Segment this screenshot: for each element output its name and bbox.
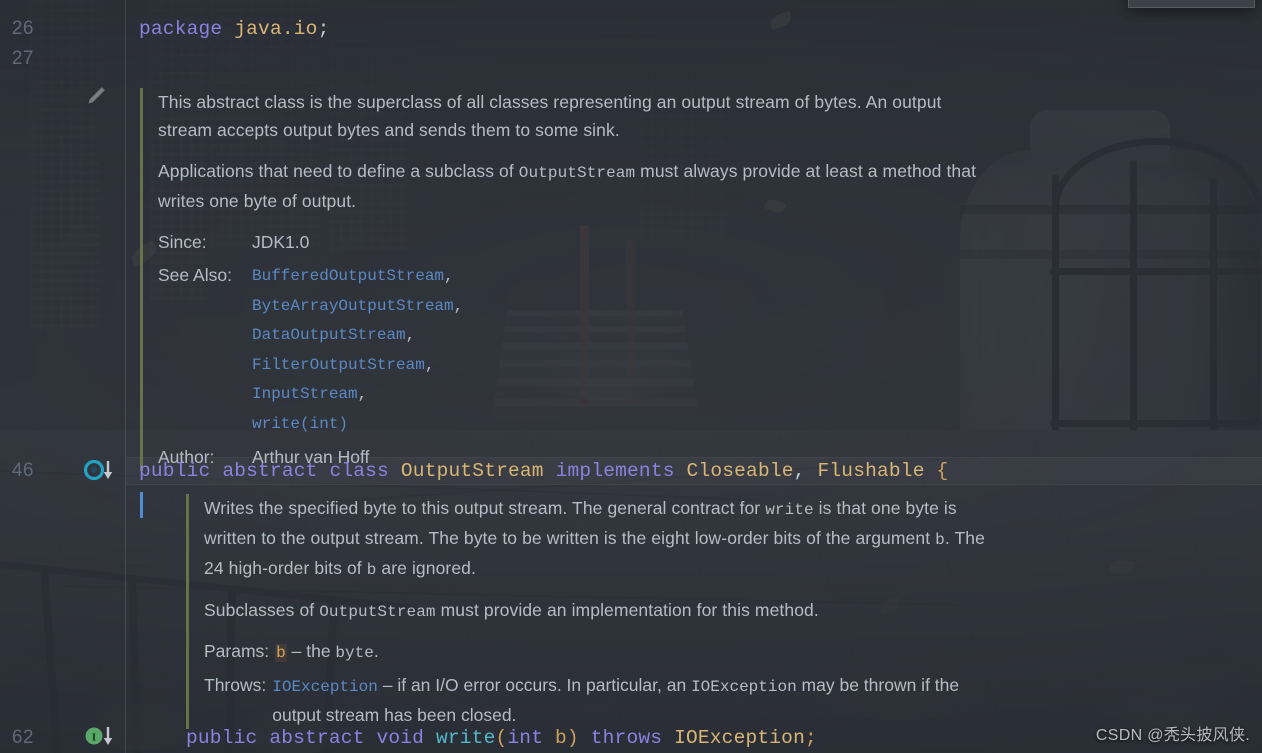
list-item[interactable]: FilterOutputStream, [252, 350, 463, 380]
keyword-throws: throws [590, 727, 663, 749]
code-folding-strip[interactable] [108, 0, 124, 753]
see-also-list: BufferedOutputStream, ByteArrayOutputStr… [252, 261, 463, 438]
see-also-link[interactable]: InputStream [252, 385, 358, 403]
open-brace: { [924, 460, 949, 482]
javadoc-since-row: Since: JDK1.0 [158, 228, 980, 256]
params-label: Params: [204, 641, 270, 661]
see-also-link[interactable]: ByteArrayOutputStream [252, 297, 454, 315]
line-number: 62 [11, 727, 34, 748]
method-javadoc-block: Writes the specified byte to this output… [186, 494, 986, 729]
exception-type[interactable]: IOException [674, 727, 805, 749]
javadoc-paragraph: Subclasses of OutputStream must provide … [204, 600, 819, 621]
editor-window: 26 27 46 62 I package java.io; This abst… [0, 0, 1262, 753]
svg-text:I: I [92, 732, 96, 744]
semicolon: ; [804, 727, 817, 749]
editor-gutter[interactable]: 26 27 46 62 I [0, 0, 126, 753]
throws-value: IOException – if an I/O error occurs. In… [272, 675, 960, 725]
inline-code: byte [335, 644, 374, 662]
javadoc-throws-row: Throws: IOException – if an I/O error oc… [204, 671, 986, 729]
line-number: 27 [11, 48, 34, 69]
code-line-package[interactable]: package java.io; [139, 16, 329, 42]
keyword-abstract: abstract [222, 460, 318, 482]
javadoc-paragraph: This abstract class is the superclass of… [158, 92, 942, 140]
list-item[interactable]: InputStream, [252, 379, 463, 409]
list-item[interactable]: DataOutputStream, [252, 320, 463, 350]
param-type: int [507, 727, 544, 749]
keyword-void: void [376, 727, 425, 749]
list-item[interactable]: ByteArrayOutputStream, [252, 291, 463, 321]
line-number: 26 [11, 18, 34, 39]
open-paren: ( [495, 727, 508, 749]
code-line-method-declaration[interactable]: public abstract void write(int b) throws… [186, 725, 817, 751]
inline-code: IOException [691, 678, 797, 696]
since-label: Since: [158, 232, 207, 252]
keyword-implements: implements [555, 460, 675, 482]
semicolon: ; [317, 18, 330, 40]
inline-code: b [935, 531, 945, 549]
param-name: b [275, 644, 287, 662]
javadoc-params-row: Params: b – the byte. [204, 637, 986, 667]
javadoc-paragraph: Writes the specified byte to this output… [204, 498, 985, 579]
javadoc-see-also-row: See Also: BufferedOutputStream, ByteArra… [158, 261, 980, 438]
gutter-divider [125, 0, 126, 753]
param-name: b [555, 727, 567, 749]
reader-mode-tooltip: Reader Mode [1128, 0, 1255, 8]
see-also-link[interactable]: BufferedOutputStream [252, 267, 444, 285]
close-paren: ) [566, 727, 579, 749]
implemented-method-icon[interactable]: I [84, 726, 118, 748]
inline-code: write [765, 501, 814, 519]
see-also-link[interactable]: FilterOutputStream [252, 356, 425, 374]
implemented-by-icon[interactable] [84, 460, 118, 482]
interface-closeable[interactable]: Closeable [687, 460, 794, 482]
since-value: JDK1.0 [252, 232, 310, 252]
comma: , [793, 460, 818, 482]
method-name[interactable]: write [436, 727, 496, 749]
see-also-link[interactable]: DataOutputStream [252, 326, 406, 344]
text-caret [140, 492, 143, 518]
interface-flushable[interactable]: Flushable [817, 460, 924, 482]
class-name[interactable]: OutputStream [401, 460, 544, 482]
inline-code: b [366, 561, 377, 579]
keyword-public: public [139, 460, 211, 482]
keyword-abstract: abstract [269, 727, 365, 749]
keyword-class: class [329, 460, 389, 482]
list-item[interactable]: BufferedOutputStream, [252, 261, 463, 291]
class-javadoc-block: This abstract class is the superclass of… [140, 88, 980, 471]
keyword-public: public [186, 727, 258, 749]
throws-type-link[interactable]: IOException [272, 678, 378, 696]
watermark: CSDN @秃头披风侠. [1095, 727, 1250, 744]
see-also-link[interactable]: write(int) [252, 415, 348, 433]
edit-pencil-icon[interactable] [84, 84, 108, 108]
code-line-class-declaration[interactable]: public abstract class OutputStream imple… [139, 458, 948, 484]
line-number: 46 [11, 460, 34, 481]
params-value: b – the byte. [275, 641, 379, 662]
package-name: java.io [234, 18, 318, 40]
inline-code: OutputStream [518, 164, 636, 182]
keyword-package: package [139, 18, 223, 40]
see-also-label: See Also: [158, 265, 232, 285]
javadoc-paragraph: Applications that need to define a subcl… [158, 161, 977, 211]
inline-code: OutputStream [319, 603, 436, 621]
list-item[interactable]: write(int) [252, 409, 463, 439]
throws-label: Throws: [204, 675, 267, 695]
